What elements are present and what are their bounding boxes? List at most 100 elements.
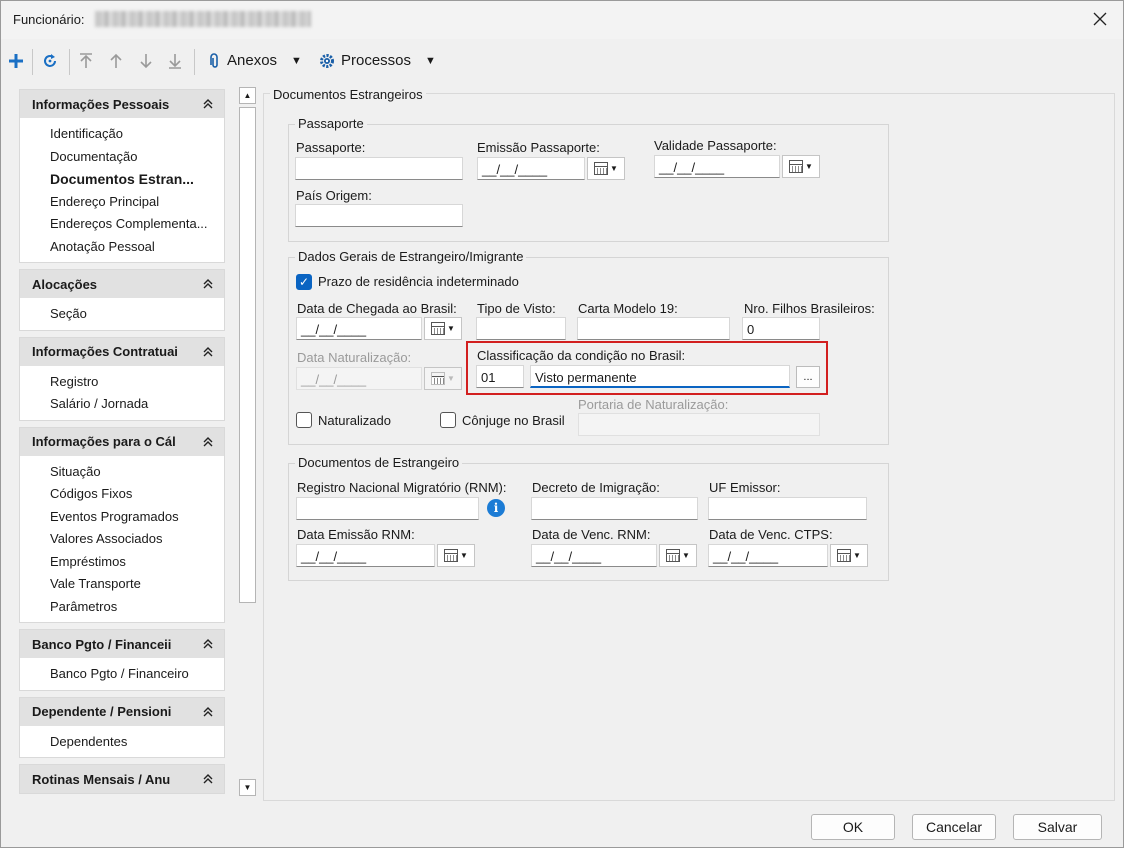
passport-validity-label: Validade Passaporte: xyxy=(654,138,777,153)
nav-group: Informações Contratuai Registro Salário / … xyxy=(19,336,225,421)
info-glyph: i xyxy=(493,501,499,515)
ctps-due-date-input[interactable]: __/__/____ xyxy=(708,544,828,567)
toolbar: Anexos ▼ Processos ▼ xyxy=(1,43,1123,79)
nav-scrollbar[interactable]: ▲ ▼ xyxy=(238,87,257,799)
nav-group-items: Situação Códigos Fixos Eventos Programados… xyxy=(20,456,224,623)
classification-code-input[interactable]: 01 xyxy=(476,365,524,388)
close-button[interactable] xyxy=(1091,10,1109,28)
processes-menu[interactable]: Processos ▼ xyxy=(319,52,436,69)
brazilian-children-input[interactable]: 0 xyxy=(742,317,820,340)
nav-item[interactable]: Salário / Jornada xyxy=(50,393,222,416)
nav-group-header[interactable]: Alocações xyxy=(20,270,224,298)
nav-item[interactable]: Eventos Programados xyxy=(50,506,222,529)
passport-label: Passaporte: xyxy=(296,140,366,155)
first-record-button[interactable] xyxy=(75,50,97,72)
uf-issuer-input[interactable] xyxy=(708,497,867,520)
model19-card-input[interactable] xyxy=(577,317,730,340)
nav-item[interactable]: Valores Associados xyxy=(50,528,222,551)
nav-item[interactable]: Endereço Principal xyxy=(50,191,222,214)
collapse-chevron-icon[interactable] xyxy=(200,343,216,360)
collapse-chevron-icon[interactable] xyxy=(200,276,216,292)
double-chevron-up-icon xyxy=(203,774,213,784)
collapse-chevron-icon[interactable] xyxy=(200,433,216,450)
nav-item[interactable]: Endereços Complementa... xyxy=(50,213,222,236)
origin-country-input[interactable] xyxy=(295,204,463,227)
nav-item[interactable]: Códigos Fixos xyxy=(50,483,222,506)
nav-item[interactable]: Empréstimos xyxy=(50,551,222,574)
nav-group-header[interactable]: Banco Pgto / Financeii xyxy=(20,630,224,658)
collapse-chevron-icon[interactable] xyxy=(200,636,216,652)
nav-group: Dependente / Pensioni Dependentes xyxy=(19,696,225,758)
indefinite-residence-checkbox[interactable]: ✓ xyxy=(296,274,312,290)
previous-record-button[interactable] xyxy=(105,50,127,72)
nav-item[interactable]: Banco Pgto / Financeiro xyxy=(50,663,222,686)
cancel-button[interactable]: Cancelar xyxy=(912,814,996,840)
ellipsis-icon: ... xyxy=(803,371,813,383)
rnm-issue-date-picker[interactable]: ▼ xyxy=(437,544,475,567)
save-button[interactable]: Salvar xyxy=(1013,814,1102,840)
arrival-date-input[interactable]: __/__/____ xyxy=(296,317,422,340)
nav-group-header[interactable]: Informações Contratuai xyxy=(20,337,224,366)
passport-issue-date-picker[interactable]: ▼ xyxy=(587,157,625,180)
nav-group-header[interactable]: Informações Pessoais xyxy=(20,90,224,118)
naturalized-checkbox[interactable] xyxy=(296,412,312,428)
visa-type-input[interactable] xyxy=(476,317,566,340)
title-bar: Funcionário: xyxy=(1,1,1123,39)
calendar-icon xyxy=(837,549,852,562)
passport-validity-input[interactable]: __/__/____ xyxy=(654,155,780,178)
nav-item[interactable]: Situação xyxy=(50,461,222,484)
nav-item[interactable]: Documentação xyxy=(50,146,222,169)
nav-item[interactable]: Documentos Estran... xyxy=(50,168,222,191)
nav-item[interactable]: Seção xyxy=(50,303,222,326)
collapse-chevron-icon[interactable] xyxy=(200,771,216,787)
ok-button[interactable]: OK xyxy=(811,814,895,840)
collapse-chevron-icon[interactable] xyxy=(200,96,216,112)
window-title: Funcionário: xyxy=(13,12,85,27)
calendar-icon xyxy=(789,160,804,173)
nav-group-header[interactable]: Dependente / Pensioni xyxy=(20,697,224,726)
nav-group-title: Banco Pgto / Financeii xyxy=(32,636,172,652)
nav-item[interactable]: Parâmetros xyxy=(50,596,222,619)
side-navigation: Informações Pessoais Identificação Documen… xyxy=(19,89,225,799)
scroll-up-button[interactable]: ▲ xyxy=(239,87,256,104)
arrow-down-icon xyxy=(140,54,152,69)
naturalization-date-input: __/__/____ xyxy=(296,367,422,390)
nav-group-header[interactable]: Rotinas Mensais / Anu xyxy=(20,765,224,793)
passport-validity-date-picker[interactable]: ▼ xyxy=(782,155,820,178)
ctps-due-date-picker[interactable]: ▼ xyxy=(830,544,868,567)
rnm-due-date-label: Data de Venc. RNM: xyxy=(532,527,651,542)
nav-item[interactable]: Anotação Pessoal xyxy=(50,236,222,259)
classification-lookup-button[interactable]: ... xyxy=(796,366,820,388)
employee-name-redacted xyxy=(95,11,311,27)
add-button[interactable] xyxy=(5,50,27,72)
scroll-thumb[interactable] xyxy=(239,107,256,603)
classification-description-input[interactable]: Visto permanente xyxy=(530,365,790,388)
last-record-button[interactable] xyxy=(164,50,186,72)
passport-issue-input[interactable]: __/__/____ xyxy=(477,157,585,180)
nav-group-header[interactable]: Informações para o Cál xyxy=(20,427,224,456)
rnm-due-date-picker[interactable]: ▼ xyxy=(659,544,697,567)
info-icon[interactable]: i xyxy=(487,499,505,517)
nav-item[interactable]: Identificação xyxy=(50,123,222,146)
rnm-issue-date-input[interactable]: __/__/____ xyxy=(296,544,435,567)
rnm-due-date-input[interactable]: __/__/____ xyxy=(531,544,657,567)
nav-item[interactable]: Vale Transporte xyxy=(50,573,222,596)
passport-input[interactable] xyxy=(295,157,463,180)
rnm-input[interactable] xyxy=(296,497,479,520)
toolbar-divider xyxy=(69,49,70,75)
chevron-down-icon: ▼ xyxy=(447,374,455,383)
spouse-in-brazil-checkbox[interactable] xyxy=(440,412,456,428)
nav-group: Banco Pgto / Financeii Banco Pgto / Finan… xyxy=(19,629,225,691)
immigration-decree-input[interactable] xyxy=(531,497,698,520)
refresh-button[interactable] xyxy=(39,50,61,72)
attachments-menu[interactable]: Anexos ▼ xyxy=(209,52,302,69)
nav-item[interactable]: Dependentes xyxy=(50,731,222,754)
nav-item[interactable]: Registro xyxy=(50,371,222,394)
naturalization-date-picker: ▼ xyxy=(424,367,462,390)
uf-issuer-label: UF Emissor: xyxy=(709,480,781,495)
scroll-down-button[interactable]: ▼ xyxy=(239,779,256,796)
arrival-date-picker[interactable]: ▼ xyxy=(424,317,462,340)
next-record-button[interactable] xyxy=(135,50,157,72)
collapse-chevron-icon[interactable] xyxy=(200,703,216,720)
employee-window: Funcionário: Anexos ▼ Processos ▼ Inform… xyxy=(0,0,1124,848)
